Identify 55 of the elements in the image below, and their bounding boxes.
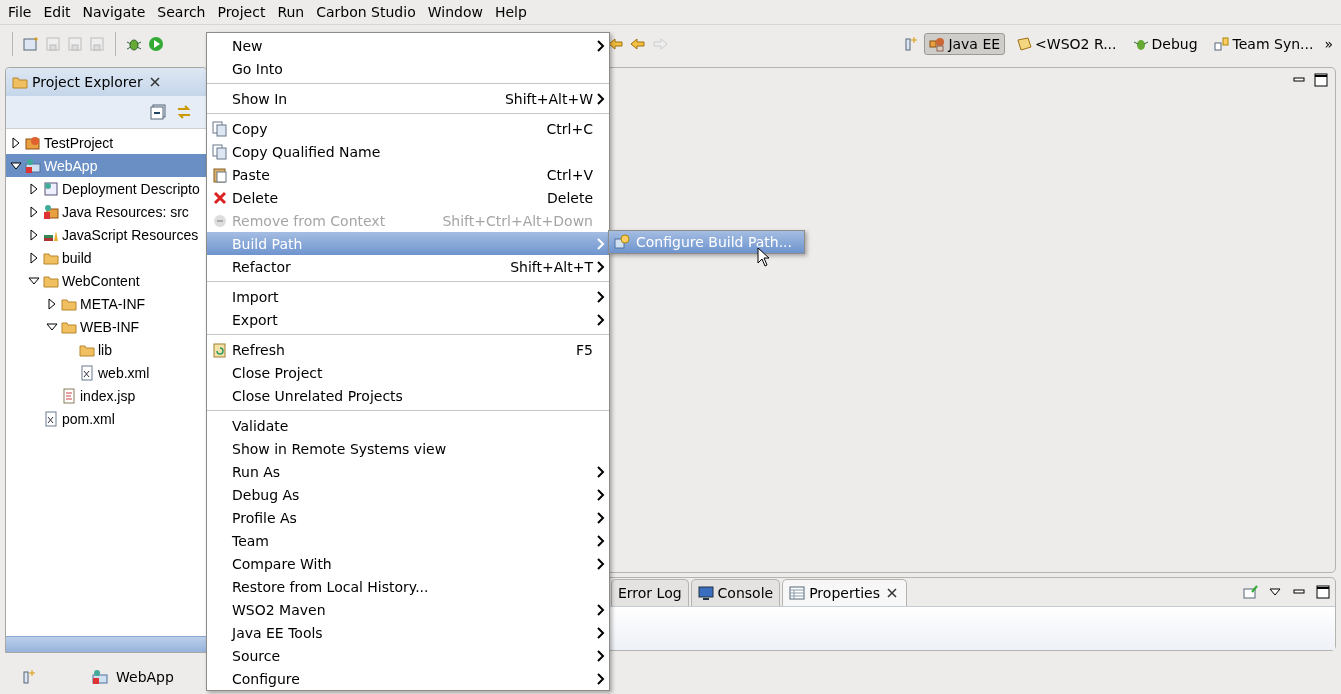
- tree-item[interactable]: pom.xml: [6, 407, 206, 430]
- menu-item[interactable]: Help: [488, 2, 533, 22]
- menu-item[interactable]: Show in Remote Systems view: [207, 437, 609, 460]
- menu-item[interactable]: Close Unrelated Projects: [207, 384, 609, 407]
- menu-item[interactable]: File: [2, 2, 38, 22]
- menu-item[interactable]: Go Into: [207, 57, 609, 80]
- menu-item[interactable]: Project: [211, 2, 272, 22]
- tree-item[interactable]: Java Resources: src: [6, 200, 206, 223]
- menu-item[interactable]: Delete Delete: [207, 186, 609, 209]
- menu-item[interactable]: Java EE Tools: [207, 621, 609, 644]
- perspective-button[interactable]: Debug: [1127, 33, 1203, 55]
- menu-item[interactable]: Profile As: [207, 506, 609, 529]
- menu-item[interactable]: Compare With: [207, 552, 609, 575]
- menu-item[interactable]: Debug As: [207, 483, 609, 506]
- menu-item[interactable]: Copy Ctrl+C: [207, 117, 609, 140]
- tree-item[interactable]: Deployment Descripto: [6, 177, 206, 200]
- tree-item[interactable]: WebContent: [6, 269, 206, 292]
- menu-item[interactable]: Run: [271, 2, 311, 22]
- menu-item[interactable]: Navigate: [76, 2, 152, 22]
- menu-item[interactable]: Run As: [207, 460, 609, 483]
- tree-item[interactable]: JavaScript Resources: [6, 223, 206, 246]
- menu-item[interactable]: Source: [207, 644, 609, 667]
- menu-item[interactable]: Export: [207, 308, 609, 331]
- menu-item[interactable]: Show In Shift+Alt+W: [207, 87, 609, 110]
- tree-item[interactable]: lib: [6, 338, 206, 361]
- menu-item[interactable]: New: [207, 34, 609, 57]
- menu-item[interactable]: Configure: [207, 667, 609, 690]
- tree-item[interactable]: TestProject: [6, 131, 206, 154]
- perspective-button[interactable]: <WSO2 R...: [1011, 33, 1122, 55]
- perspective-button[interactable]: Java EE: [924, 33, 1006, 55]
- tree-item[interactable]: index.jsp: [6, 384, 206, 407]
- menu-item[interactable]: Carbon Studio: [310, 2, 422, 22]
- menu-item[interactable]: Restore from Local History...: [207, 575, 609, 598]
- tree-item[interactable]: META-INF: [6, 292, 206, 315]
- tree-item[interactable]: build: [6, 246, 206, 269]
- menu-item[interactable]: Window: [421, 2, 489, 22]
- menu-item[interactable]: Search: [151, 2, 212, 22]
- menu-item[interactable]: Copy Qualified Name: [207, 140, 609, 163]
- menu-item[interactable]: Refresh F5: [207, 338, 609, 361]
- menu-item[interactable]: Paste Ctrl+V: [207, 163, 609, 186]
- view-tab[interactable]: Error Log: [611, 579, 689, 606]
- menu-item[interactable]: Import: [207, 285, 609, 308]
- menu-item[interactable]: Team: [207, 529, 609, 552]
- more-perspectives-button[interactable]: »: [1324, 36, 1333, 52]
- menu-item[interactable]: Refactor Shift+Alt+T: [207, 255, 609, 278]
- tree-item[interactable]: WEB-INF: [6, 315, 206, 338]
- menu-item[interactable]: WSO2 Maven: [207, 598, 609, 621]
- view-tab[interactable]: Console: [690, 579, 781, 606]
- menu-item[interactable]: Close Project: [207, 361, 609, 384]
- menu-item[interactable]: Validate: [207, 414, 609, 437]
- tree-item[interactable]: web.xml: [6, 361, 206, 384]
- status-text: WebApp: [116, 669, 174, 685]
- view-tab[interactable]: Properties: [782, 579, 907, 606]
- perspective-button[interactable]: Team Syn...: [1208, 33, 1319, 55]
- menu-item[interactable]: Edit: [37, 2, 77, 22]
